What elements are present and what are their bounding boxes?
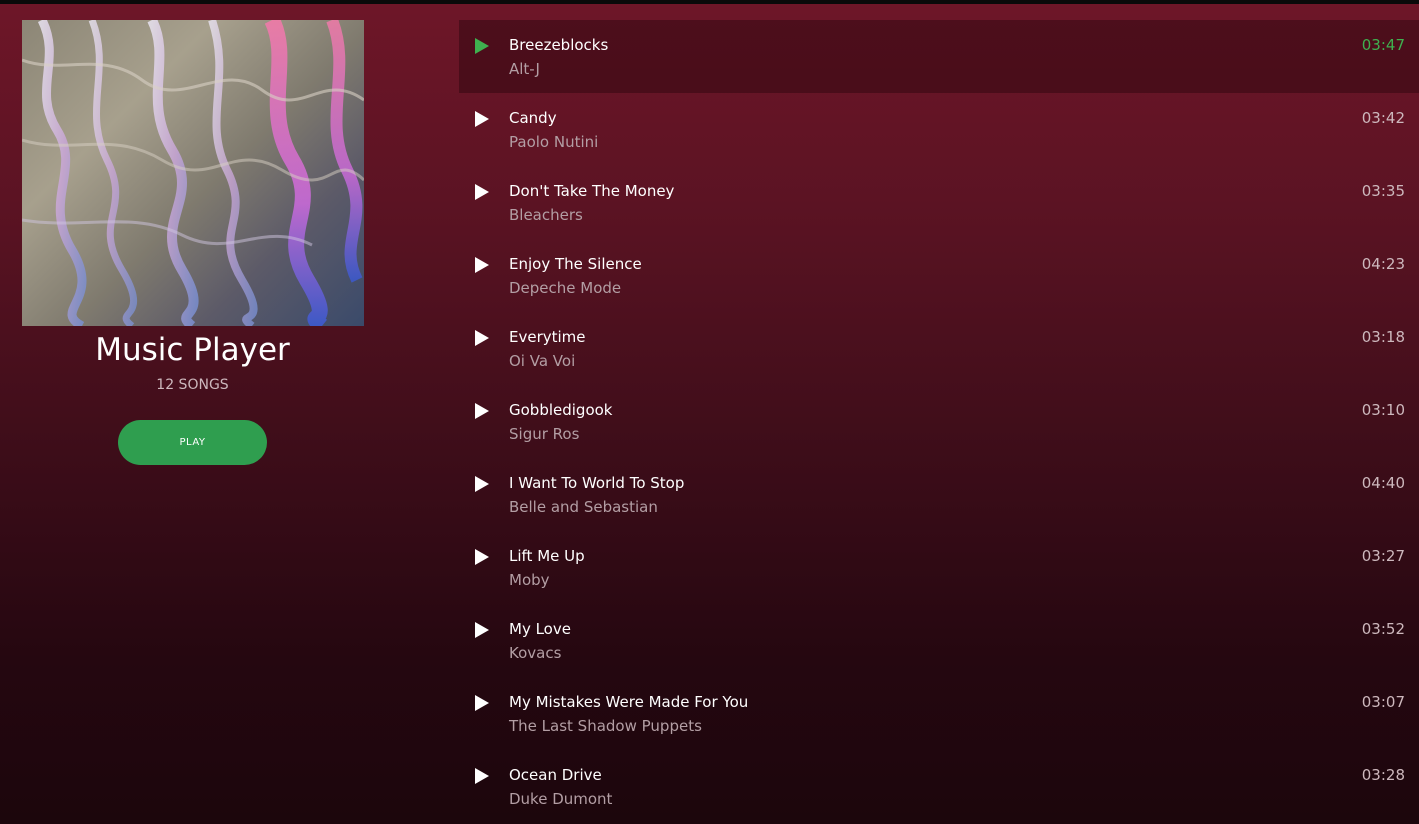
track-title: My Love (509, 620, 571, 638)
play-icon[interactable] (475, 38, 489, 54)
track-artist: Alt-J (509, 60, 540, 78)
track-row-4[interactable]: Everytime Oi Va Voi 03:18 (459, 312, 1419, 385)
track-title: I Want To World To Stop (509, 474, 685, 492)
track-artist: Oi Va Voi (509, 352, 576, 370)
track-row-2[interactable]: Don't Take The Money Bleachers 03:35 (459, 166, 1419, 239)
track-title: My Mistakes Were Made For You (509, 693, 749, 711)
track-duration: 03:07 (1361, 693, 1405, 711)
player-title: Music Player (95, 332, 290, 368)
track-artist: Depeche Mode (509, 279, 622, 297)
track-duration: 03:27 (1361, 547, 1405, 565)
track-duration: 03:18 (1361, 328, 1405, 346)
track-artist: Bleachers (509, 206, 583, 224)
track-duration: 03:10 (1361, 401, 1405, 419)
play-icon[interactable] (475, 695, 489, 711)
track-row-0[interactable]: Breezeblocks Alt-J 03:47 (459, 20, 1419, 93)
track-title: Gobbledigook (509, 401, 613, 419)
track-list: Breezeblocks Alt-J 03:47 Candy Paolo Nut… (459, 20, 1419, 823)
track-row-6[interactable]: I Want To World To Stop Belle and Sebast… (459, 458, 1419, 531)
track-artist: The Last Shadow Puppets (509, 717, 702, 735)
track-title: Ocean Drive (509, 766, 602, 784)
track-artist: Belle and Sebastian (509, 498, 658, 516)
track-artist: Kovacs (509, 644, 562, 662)
play-icon[interactable] (475, 403, 489, 419)
track-row-3[interactable]: Enjoy The Silence Depeche Mode 04:23 (459, 239, 1419, 312)
track-title: Lift Me Up (509, 547, 585, 565)
play-icon[interactable] (475, 257, 489, 273)
play-button[interactable]: PLAY (118, 420, 267, 465)
song-count: 12 SONGS (156, 377, 229, 393)
track-row-8[interactable]: My Love Kovacs 03:52 (459, 604, 1419, 677)
play-icon[interactable] (475, 184, 489, 200)
play-icon[interactable] (475, 330, 489, 346)
play-icon[interactable] (475, 768, 489, 784)
track-duration: 04:23 (1361, 255, 1405, 273)
track-duration: 04:40 (1361, 474, 1405, 492)
track-row-1[interactable]: Candy Paolo Nutini 03:42 (459, 93, 1419, 166)
track-artist: Sigur Ros (509, 425, 580, 443)
album-cover (22, 20, 364, 326)
track-duration: 03:28 (1361, 766, 1405, 784)
play-icon[interactable] (475, 622, 489, 638)
album-panel: Music Player 12 SONGS PLAY (0, 0, 385, 824)
play-icon[interactable] (475, 549, 489, 565)
track-artist: Paolo Nutini (509, 133, 599, 151)
track-duration: 03:47 (1361, 36, 1405, 54)
track-row-7[interactable]: Lift Me Up Moby 03:27 (459, 531, 1419, 604)
track-title: Breezeblocks (509, 36, 609, 54)
play-icon[interactable] (475, 476, 489, 492)
track-title: Don't Take The Money (509, 182, 675, 200)
track-duration: 03:52 (1361, 620, 1405, 638)
track-duration: 03:42 (1361, 109, 1405, 127)
track-title: Enjoy The Silence (509, 255, 642, 273)
track-title: Candy (509, 109, 557, 127)
track-title: Everytime (509, 328, 586, 346)
track-duration: 03:35 (1361, 182, 1405, 200)
track-artist: Duke Dumont (509, 790, 613, 808)
track-artist: Moby (509, 571, 550, 589)
play-icon[interactable] (475, 111, 489, 127)
track-row-10[interactable]: Ocean Drive Duke Dumont 03:28 (459, 750, 1419, 823)
track-row-9[interactable]: My Mistakes Were Made For You The Last S… (459, 677, 1419, 750)
track-row-5[interactable]: Gobbledigook Sigur Ros 03:10 (459, 385, 1419, 458)
